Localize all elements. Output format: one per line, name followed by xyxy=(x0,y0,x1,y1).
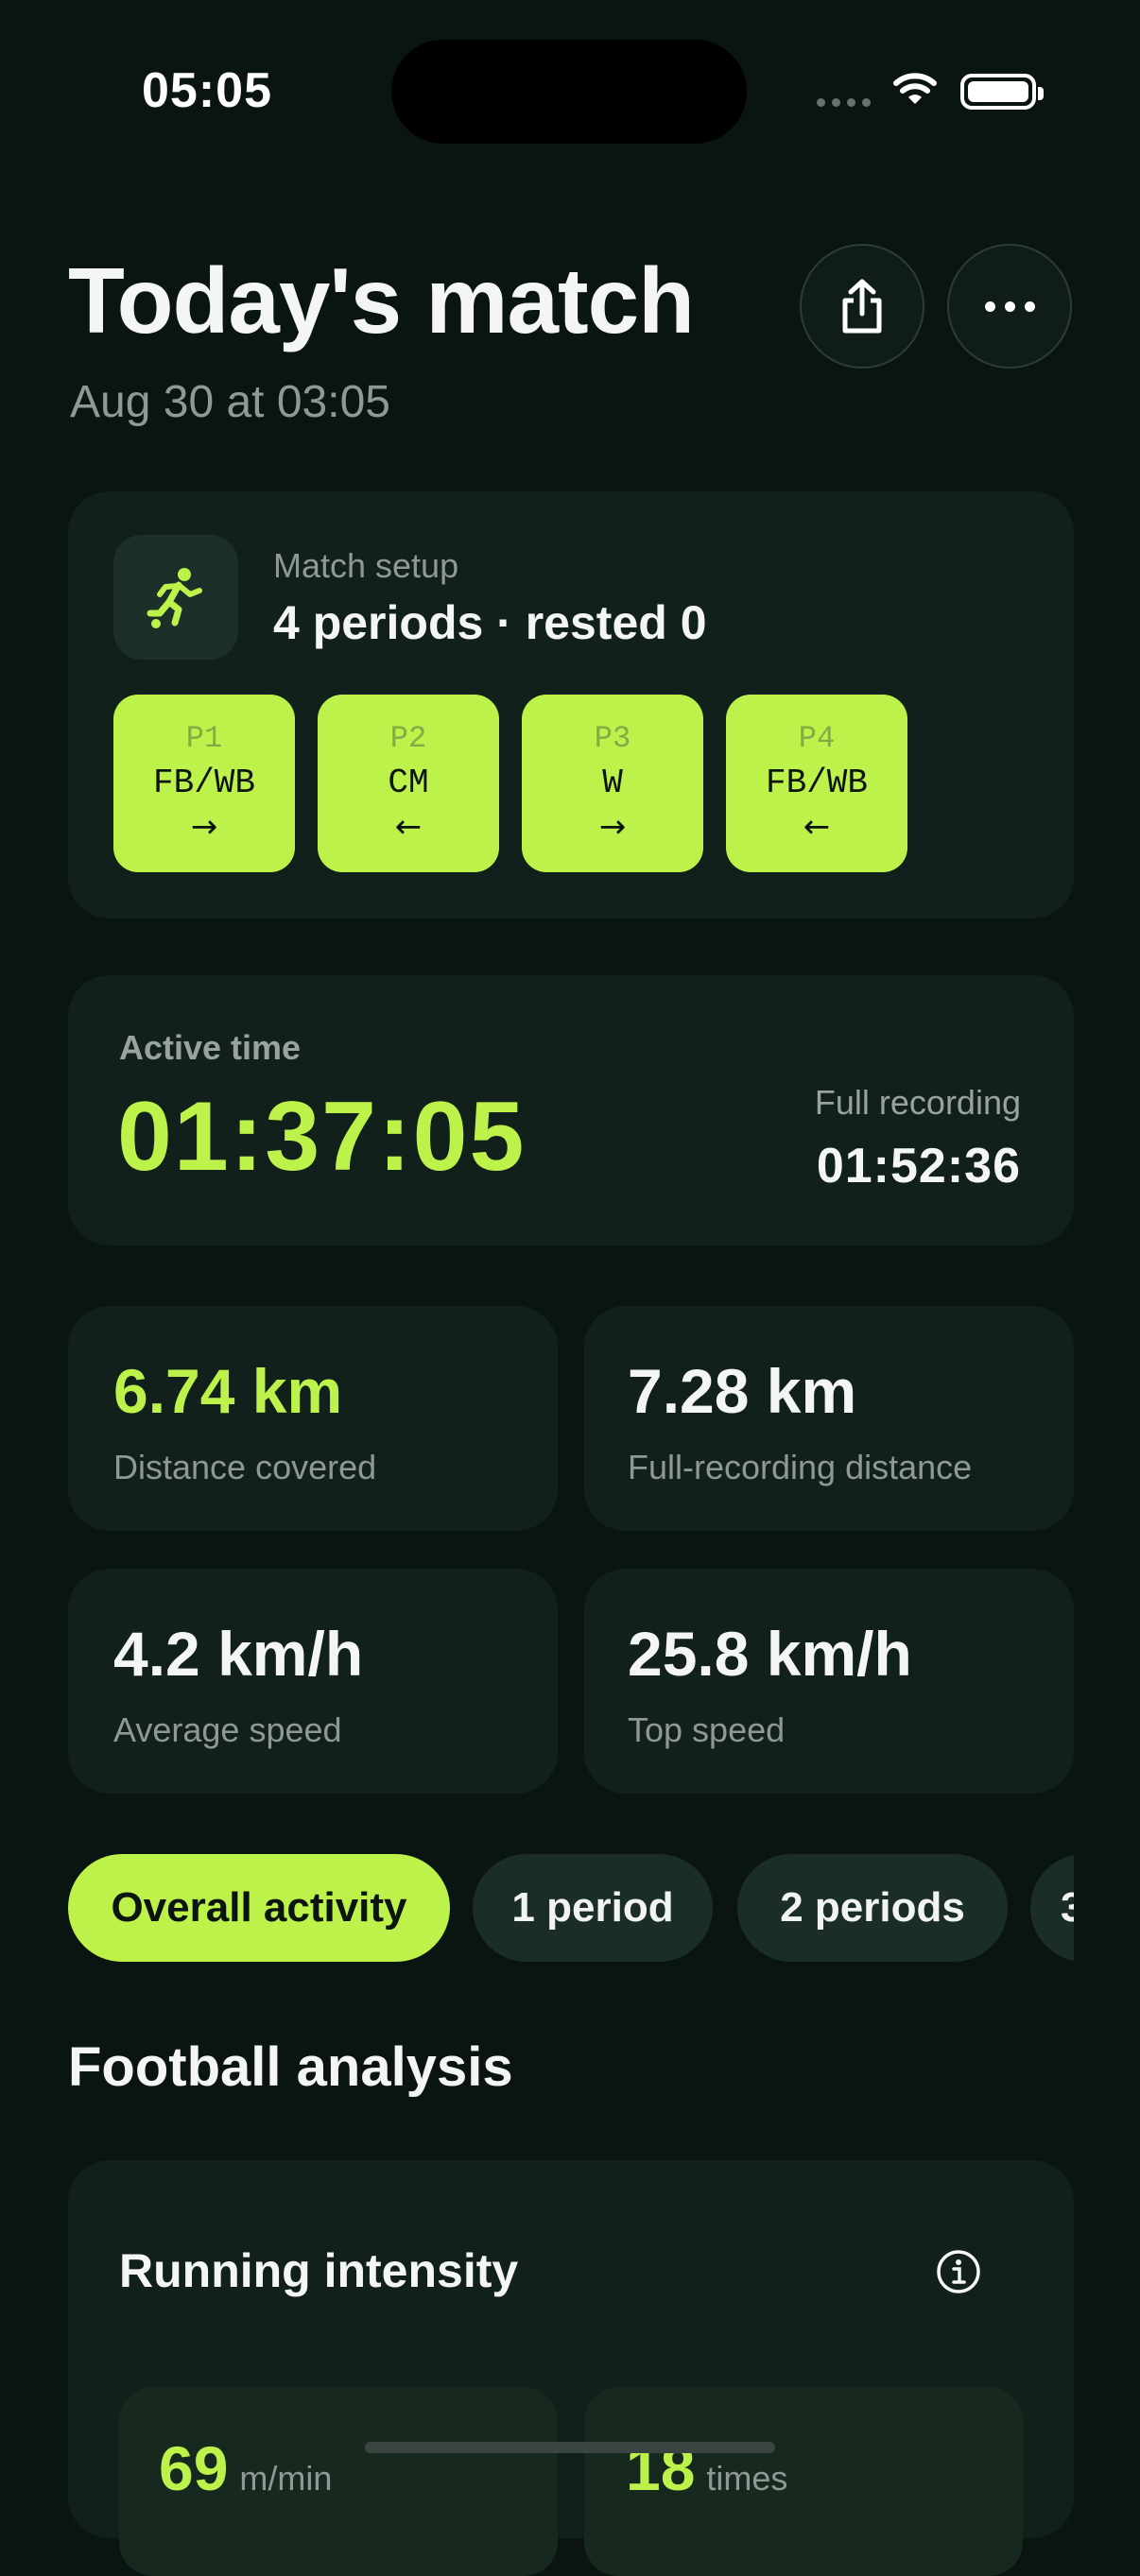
period-name: P3 xyxy=(594,721,631,756)
match-datetime: Aug 30 at 03:05 xyxy=(70,377,390,427)
direction-arrow-icon: ← xyxy=(394,808,423,846)
match-setup-value: 4 periods · rested 0 xyxy=(273,596,707,649)
active-time-label: Active time xyxy=(119,1028,302,1067)
direction-arrow-icon: ← xyxy=(803,808,831,846)
running-intensity-title: Running intensity xyxy=(119,2244,519,2297)
page-title: Today's match xyxy=(68,249,695,352)
stat-card-top-speed: 25.8 km/h Top speed xyxy=(584,1569,1074,1794)
period-chip-p1[interactable]: P1 FB/WB → xyxy=(113,695,295,872)
stat-value: 7.28 km xyxy=(628,1356,857,1426)
metric-value: 69 xyxy=(159,2433,229,2503)
stat-value: 6.74 km xyxy=(113,1356,343,1426)
tab-1-period[interactable]: 1 period xyxy=(473,1854,713,1962)
tab-3-periods[interactable]: 3 xyxy=(1030,1854,1074,1962)
period-position: W xyxy=(602,764,623,802)
period-chip-p4[interactable]: P4 FB/WB ← xyxy=(726,695,907,872)
stat-card-average-speed: 4.2 km/h Average speed xyxy=(68,1569,558,1794)
period-name: P1 xyxy=(185,721,223,756)
stat-card-full-distance: 7.28 km Full-recording distance xyxy=(584,1306,1074,1531)
more-options-button[interactable] xyxy=(947,244,1072,369)
metric-unit: times xyxy=(706,2459,788,2498)
share-button[interactable] xyxy=(800,244,924,369)
stat-label: Full-recording distance xyxy=(628,1448,973,1486)
cellular-signal-icon xyxy=(817,98,871,107)
share-icon xyxy=(842,279,882,334)
battery-icon xyxy=(960,74,1044,110)
wifi-icon xyxy=(893,73,937,104)
metric-unit: m/min xyxy=(239,2459,333,2498)
tab-overflow-clip: 3 xyxy=(1030,1854,1074,1962)
dynamic-island xyxy=(391,40,747,144)
status-time: 05:05 xyxy=(142,63,272,118)
period-chip-p3[interactable]: P3 W → xyxy=(522,695,703,872)
period-position: FB/WB xyxy=(765,764,869,802)
tab-2-periods[interactable]: 2 periods xyxy=(737,1854,1008,1962)
direction-arrow-icon: → xyxy=(190,808,218,846)
direction-arrow-icon: → xyxy=(598,808,627,846)
period-name: P4 xyxy=(798,721,836,756)
period-position: CM xyxy=(388,764,429,802)
metric-card-times: 18 times xyxy=(584,2387,1023,2576)
stat-label: Top speed xyxy=(628,1710,786,1749)
period-position: FB/WB xyxy=(152,764,256,802)
section-title-football-analysis: Football analysis xyxy=(68,2036,513,2098)
stat-value: 4.2 km/h xyxy=(113,1619,364,1689)
info-icon[interactable] xyxy=(936,2249,981,2294)
home-indicator[interactable] xyxy=(365,2442,775,2453)
running-player-icon xyxy=(113,535,238,660)
metric-card-meters-per-minute: 69 m/min xyxy=(119,2387,558,2576)
stat-label: Average speed xyxy=(113,1710,342,1749)
active-time-value: 01:37:05 xyxy=(117,1082,527,1192)
ellipsis-icon xyxy=(984,301,1035,312)
match-setup-label: Match setup xyxy=(273,546,459,585)
stat-value: 25.8 km/h xyxy=(628,1619,912,1689)
tab-overall-activity[interactable]: Overall activity xyxy=(68,1854,450,1962)
stat-label: Distance covered xyxy=(113,1448,377,1486)
full-recording-label: Full recording xyxy=(814,1083,1021,1122)
period-chip-p2[interactable]: P2 CM ← xyxy=(318,695,499,872)
period-name: P2 xyxy=(389,721,427,756)
stat-card-distance: 6.74 km Distance covered xyxy=(68,1306,558,1531)
full-recording-value: 01:52:36 xyxy=(816,1139,1021,1194)
